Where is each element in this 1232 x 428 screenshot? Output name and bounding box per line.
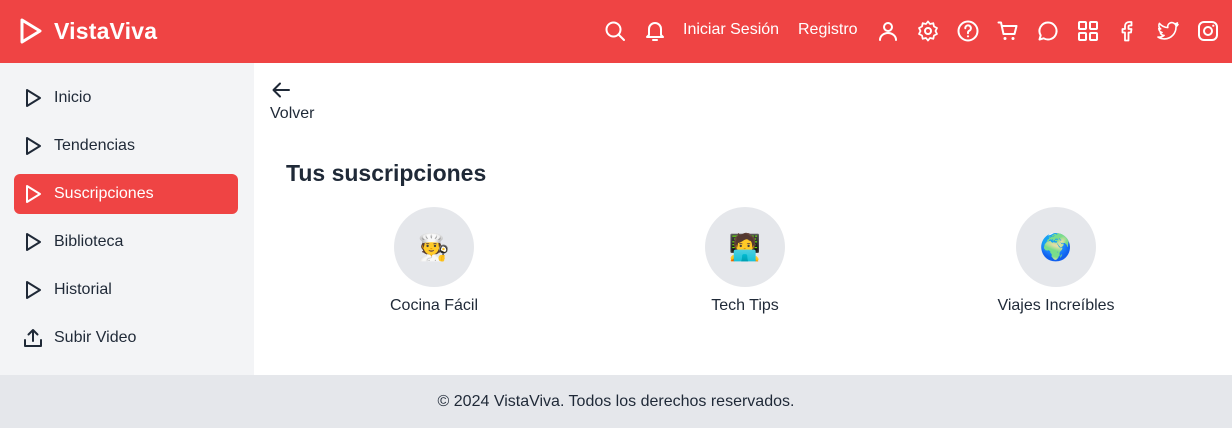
subscription-item[interactable]: 🌍 Viajes Increíbles [956,207,1156,315]
sidebar-item-historial[interactable]: Historial [14,270,238,310]
sidebar: Inicio Tendencias Suscripciones Bibliote… [0,63,254,375]
bell-icon[interactable] [643,19,667,43]
grid-icon[interactable] [1076,19,1100,43]
sidebar-item-subir-video[interactable]: Subir Video [14,318,238,358]
search-icon[interactable] [603,19,627,43]
chat-icon[interactable] [1036,19,1060,43]
page-title: Tus suscripciones [286,160,487,186]
play-icon [22,183,44,205]
facebook-icon[interactable] [1116,19,1140,43]
sidebar-item-label: Subir Video [54,329,137,346]
subscription-name: Viajes Increíbles [997,297,1115,314]
login-link[interactable]: Iniciar Sesión [683,21,779,39]
upload-icon [22,327,44,349]
logo[interactable]: VistaViva [18,17,157,45]
sidebar-item-tendencias[interactable]: Tendencias [14,126,238,166]
play-icon [22,231,44,253]
subscription-name: Tech Tips [711,297,779,314]
back-label: Volver [270,105,315,122]
top-header: VistaViva Iniciar Sesión Registro [0,0,1232,63]
twitter-icon[interactable] [1156,19,1180,43]
app-name: VistaViva [54,17,158,44]
play-icon [22,135,44,157]
gear-icon[interactable] [916,19,940,43]
avatar: 🧑‍🍳 [394,207,474,287]
subscription-item[interactable]: 🧑‍💻 Tech Tips [645,207,845,315]
technologist-emoji-icon: 🧑‍💻 [728,231,762,262]
avatar: 🌍 [1016,207,1096,287]
play-icon [22,279,44,301]
play-logo-icon [18,17,44,45]
arrow-left-icon [270,79,292,101]
chef-emoji-icon: 🧑‍🍳 [417,231,451,262]
avatar: 🧑‍💻 [705,207,785,287]
sidebar-item-inicio[interactable]: Inicio [14,78,238,118]
sidebar-item-biblioteca[interactable]: Biblioteca [14,222,238,262]
sidebar-item-label: Tendencias [54,137,135,154]
back-button[interactable]: Volver [270,79,314,122]
cart-icon[interactable] [996,19,1020,43]
main-content: Volver Tus suscripciones 🧑‍🍳 Cocina Fáci… [254,63,1232,375]
user-icon[interactable] [876,19,900,43]
sidebar-item-label: Biblioteca [54,233,124,250]
footer: © 2024 VistaViva. Todos los derechos res… [0,375,1232,428]
copyright-text: © 2024 VistaViva. Todos los derechos res… [437,392,795,410]
play-icon [22,87,44,109]
sidebar-item-suscripciones[interactable]: Suscripciones [14,174,238,214]
register-link[interactable]: Registro [798,21,858,39]
subscription-item[interactable]: 🧑‍🍳 Cocina Fácil [334,207,534,315]
sidebar-item-label: Inicio [54,89,92,106]
globe-emoji-icon: 🌍 [1039,231,1073,262]
help-icon[interactable] [956,19,980,43]
subscription-name: Cocina Fácil [389,297,479,314]
instagram-icon[interactable] [1196,19,1220,43]
sidebar-item-label: Suscripciones [54,185,154,202]
sidebar-item-label: Historial [54,281,112,298]
